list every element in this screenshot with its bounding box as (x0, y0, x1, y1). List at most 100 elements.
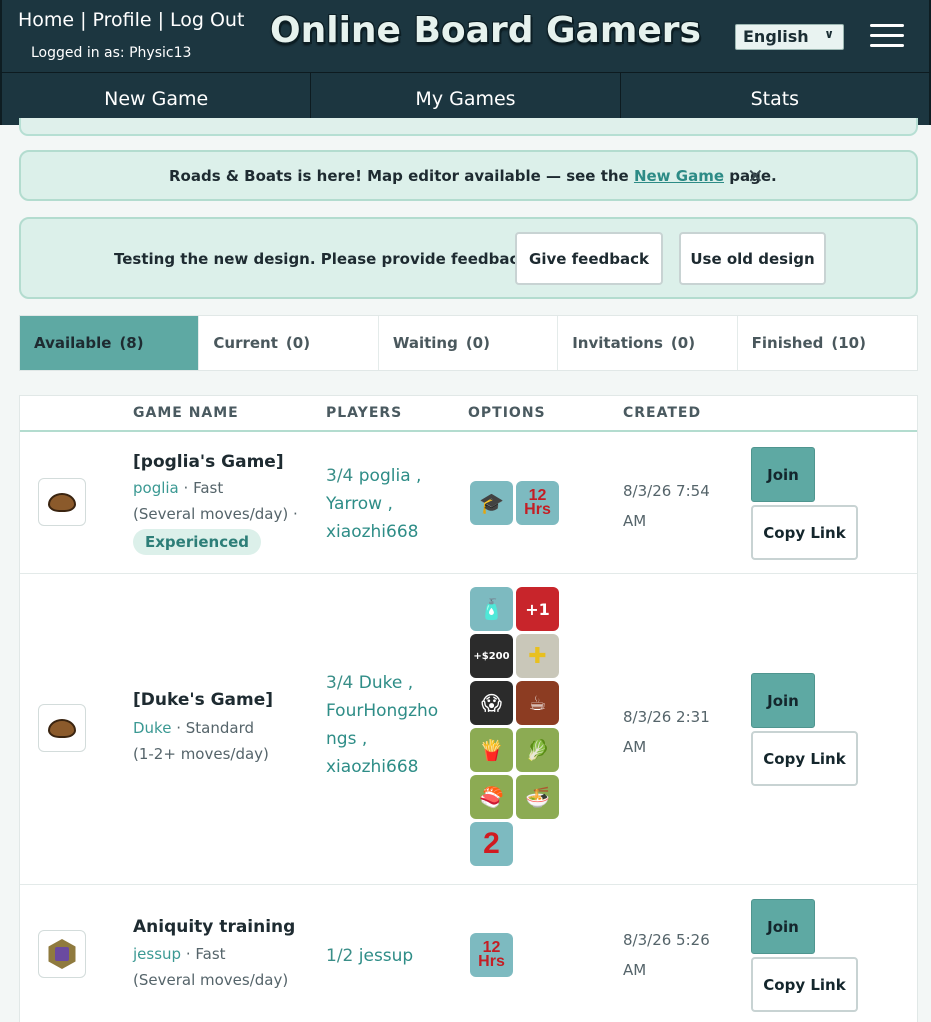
game-speed: Fast (193, 479, 224, 497)
copy-link-button[interactable]: Copy Link (751, 731, 858, 786)
close-icon[interactable]: ✕ (747, 164, 764, 188)
created-time: AM (623, 738, 647, 756)
table-row: Aniquity training jessup · Fast (Several… (20, 885, 917, 1022)
shocked-face-icon: 😱 (470, 681, 513, 725)
host-link[interactable]: jessup (133, 945, 181, 963)
profile-link[interactable]: Profile (93, 9, 152, 31)
player-link[interactable]: xiaozhi668 (326, 522, 418, 542)
tab-available[interactable]: Available (8) (20, 316, 200, 370)
created-time: AM (623, 512, 647, 530)
game-name: [poglia's Game] (133, 452, 284, 472)
player-count: 3/4 (326, 673, 354, 693)
chevron-down-icon: ∨ (824, 27, 834, 41)
copy-link-button[interactable]: Copy Link (751, 505, 858, 560)
give-feedback-button[interactable]: Give feedback (515, 232, 663, 285)
use-old-design-button[interactable]: Use old design (679, 232, 826, 285)
game-options: 🧴 +1 +$200 ✚ 😱 ☕ 🍟 🥬 🍣 🍜 2 (470, 587, 564, 866)
created-day: 8/3/26 2:31 (623, 708, 710, 726)
timer-12hrs-icon: 12 Hrs (516, 481, 559, 525)
design-feedback-banner: Testing the new design. Please provide f… (19, 217, 918, 299)
table-row: [Duke's Game] Duke · Standard (1-2+ move… (20, 574, 917, 885)
game-speed: Standard (185, 719, 254, 737)
menu-icon[interactable] (870, 24, 904, 48)
tab-label: Finished (751, 334, 824, 352)
link-separator: | (80, 9, 87, 31)
home-link[interactable]: Home (18, 9, 74, 31)
game-meta: jessup · Fast (Several moves/day) (133, 941, 288, 993)
join-button[interactable]: Join (751, 899, 815, 954)
timer-unit: Hrs (524, 501, 551, 518)
speed-two-icon: 2 (470, 822, 513, 866)
logout-link[interactable]: Log Out (170, 9, 244, 31)
games-table: GAME NAME PLAYERS OPTIONS CREATED [pogli… (19, 395, 918, 1022)
feedback-text: Testing the new design. Please provide f… (114, 250, 536, 268)
host-link[interactable]: poglia (133, 479, 179, 497)
timer-unit: Hrs (478, 953, 505, 970)
game-options: 🎓 12 Hrs (470, 481, 564, 525)
player-count: 3/4 (326, 466, 354, 486)
created-day: 8/3/26 7:54 (623, 482, 710, 500)
game-avatar (38, 930, 86, 978)
game-pace: (Several moves/day) · (133, 505, 298, 523)
lettuce-icon: 🥬 (516, 728, 559, 772)
copy-link-button[interactable]: Copy Link (751, 957, 858, 1012)
game-tabs: Available (8) Current (0) Waiting (0) In… (19, 315, 918, 371)
tab-label: Current (213, 334, 278, 352)
sushi-icon: 🍣 (470, 775, 513, 819)
language-value: English (743, 27, 809, 46)
player-link[interactable]: xiaozhi668 (326, 757, 418, 777)
player-link[interactable]: FourHongzho (326, 701, 438, 721)
roads-boats-banner: Roads & Boats is here! Map editor availa… (19, 150, 918, 201)
top-header: Home | Profile | Log Out Logged in as: P… (0, 0, 931, 72)
created-date: 8/3/26 7:54 AM (623, 476, 710, 536)
bread-icon (48, 718, 76, 738)
tab-label: Waiting (392, 334, 458, 352)
new-game-link[interactable]: New Game (634, 167, 724, 185)
timer-12hrs-icon: 12 Hrs (470, 933, 513, 977)
crossroads-icon: ✚ (516, 634, 559, 678)
language-select[interactable]: English ∨ (735, 24, 844, 50)
join-button[interactable]: Join (751, 673, 815, 728)
players-list: 3/4 poglia , Yarrow , xiaozhi668 (326, 462, 421, 546)
player-link[interactable]: poglia , (359, 466, 422, 486)
table-header: GAME NAME PLAYERS OPTIONS CREATED (20, 396, 917, 432)
tab-count: (10) (831, 334, 866, 352)
game-pace: (Several moves/day) (133, 971, 289, 989)
banner-text: Roads & Boats is here! Map editor availa… (169, 167, 777, 185)
account-links: Home | Profile | Log Out (18, 9, 244, 31)
player-link[interactable]: jessup (359, 946, 413, 966)
banner-partial (19, 118, 918, 136)
graduation-cap-icon: 🎓 (470, 481, 513, 525)
tab-invitations[interactable]: Invitations (0) (558, 316, 738, 370)
host-link[interactable]: Duke (133, 719, 171, 737)
tab-finished[interactable]: Finished (10) (738, 316, 917, 370)
tab-current[interactable]: Current (0) (199, 316, 379, 370)
join-button[interactable]: Join (751, 447, 815, 502)
link-separator: | (157, 9, 164, 31)
fries-icon: 🍟 (470, 728, 513, 772)
banner-text-start: Roads & Boats is here! Map editor availa… (169, 167, 634, 185)
game-name: [Duke's Game] (133, 690, 274, 710)
created-date: 8/3/26 2:31 AM (623, 702, 710, 762)
player-link[interactable]: Yarrow , (326, 494, 393, 514)
tab-waiting[interactable]: Waiting (0) (379, 316, 559, 370)
game-meta: Duke · Standard (1-2+ moves/day) (133, 715, 269, 767)
game-name: Aniquity training (133, 917, 296, 937)
game-meta: poglia · Fast (Several moves/day) · Expe… (133, 475, 298, 555)
player-link[interactable]: Duke , (359, 673, 413, 693)
tab-label: Available (34, 334, 112, 352)
plus-one-icon: +1 (516, 587, 559, 631)
player-link[interactable]: ngs , (326, 729, 367, 749)
table-row: [poglia's Game] poglia · Fast (Several m… (20, 432, 917, 574)
site-logo[interactable]: Online Board Gamers (270, 10, 701, 51)
header-created: CREATED (623, 405, 702, 421)
header-game-name: GAME NAME (133, 405, 239, 421)
header-players: PLAYERS (326, 405, 403, 421)
tab-count: (8) (119, 334, 144, 352)
price-label: +$200 (473, 650, 510, 662)
header-options: OPTIONS (468, 405, 546, 421)
game-avatar (38, 478, 86, 526)
players-list: 3/4 Duke , FourHongzho ngs , xiaozhi668 (326, 669, 438, 781)
logged-in-status: Logged in as: Physic13 (31, 45, 192, 61)
created-date: 8/3/26 5:26 AM (623, 925, 710, 985)
